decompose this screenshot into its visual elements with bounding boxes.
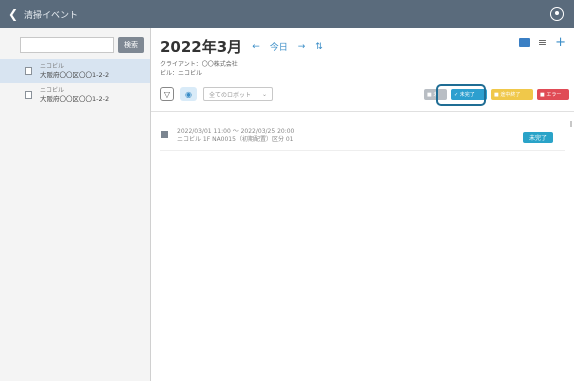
event-location: ニコビル 1F NA0015（初期配置）区分 01 <box>177 135 294 143</box>
scrollbar[interactable] <box>570 121 572 127</box>
search-input[interactable] <box>20 37 114 53</box>
status-badge: 未完了 <box>522 132 553 143</box>
status-filter-partial[interactable]: ■ 途中終了 <box>491 89 533 100</box>
site-address: 大阪府〇〇区〇〇1-2-2 <box>40 70 110 79</box>
event-text: 2022/03/01 11:00 ～ 2022/03/25 20:00 ニコビル… <box>177 128 294 144</box>
sort-button[interactable]: ⇅ <box>315 42 323 52</box>
page-title: 清掃イベント <box>24 10 79 21</box>
next-month-button[interactable]: → <box>298 42 306 52</box>
main-panel: 2022年3月 ← 今日 → ⇅ ≡ + クライアント：〇〇株式会社 ビル：ニコ… <box>151 28 574 381</box>
site-list-item[interactable]: ニコビル 大阪府〇〇区〇〇1-2-2 <box>0 59 150 83</box>
user-circle-icon[interactable] <box>550 7 564 21</box>
date-row: 2022年3月 ← 今日 → ⇅ <box>160 36 574 57</box>
robot-select[interactable]: 全てのロボット ⌄ <box>203 87 273 101</box>
today-button[interactable]: 今日 <box>270 40 288 53</box>
building-label: ビル：ニコビル <box>160 70 203 77</box>
search-row: 検索 <box>0 28 150 53</box>
main-header: 2022年3月 ← 今日 → ⇅ ≡ + クライアント：〇〇株式会社 ビル：ニコ… <box>151 28 574 112</box>
month-title: 2022年3月 <box>160 38 243 56</box>
highlight-ring <box>436 84 486 106</box>
site-list: ニコビル 大阪府〇〇区〇〇1-2-2 ニコビル 大阪府〇〇区〇〇1-2-2 <box>0 59 150 107</box>
robot-select-value: 全てのロボット <box>209 91 252 99</box>
top-bar: ❮ 清掃イベント <box>0 0 574 28</box>
search-button[interactable]: 検索 <box>118 37 144 53</box>
list-view-icon[interactable]: ≡ <box>538 37 547 48</box>
filter-icon[interactable]: ▽ <box>160 87 174 101</box>
calendar-icon <box>161 131 168 138</box>
event-datetime: 2022/03/01 11:00 ～ 2022/03/25 20:00 <box>177 127 295 135</box>
add-event-icon[interactable]: + <box>555 36 566 49</box>
sidebar: 検索 ニコビル 大阪府〇〇区〇〇1-2-2 ニコビル 大阪府〇〇区〇〇1-2-2 <box>0 28 151 381</box>
site-name: ニコビル <box>40 62 65 70</box>
view-toggle: ≡ + <box>518 36 566 49</box>
chevron-left-icon[interactable]: ❮ <box>8 7 24 21</box>
calendar-view-icon[interactable] <box>518 38 530 47</box>
site-name: ニコビル <box>40 86 65 94</box>
client-label: クライアント：〇〇株式会社 <box>160 61 238 68</box>
site-list-item[interactable]: ニコビル 大阪府〇〇区〇〇1-2-2 <box>0 83 150 107</box>
event-row[interactable]: 2022/03/01 11:00 ～ 2022/03/25 20:00 ニコビル… <box>160 121 565 151</box>
eye-icon[interactable]: ◉ <box>180 87 197 101</box>
document-icon <box>25 91 32 99</box>
status-filter-error[interactable]: ■ エラー <box>537 89 569 100</box>
site-address: 大阪府〇〇区〇〇1-2-2 <box>40 94 110 103</box>
chevron-down-icon: ⌄ <box>261 90 267 98</box>
prev-month-button[interactable]: ← <box>252 42 260 52</box>
document-icon <box>25 67 32 75</box>
